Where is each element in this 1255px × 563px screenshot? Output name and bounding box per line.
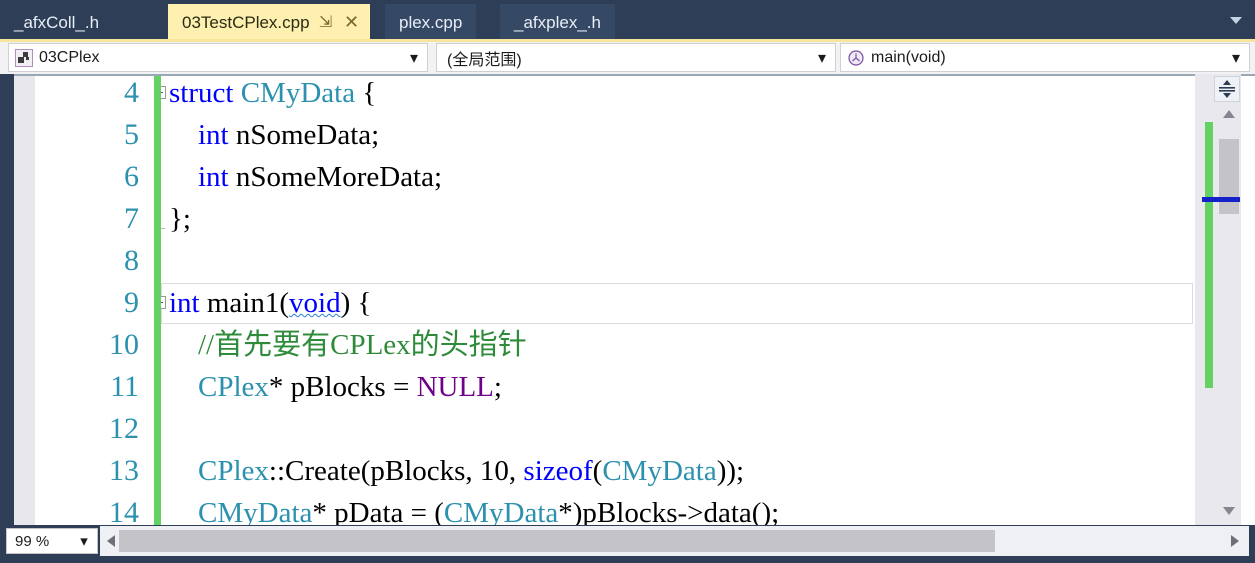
chevron-down-icon[interactable]: ▾ [75, 532, 93, 550]
code-token: CMyData [240, 77, 363, 109]
project-dropdown-value: 03CPlex [39, 48, 100, 66]
code-token: * pBlocks = [268, 371, 417, 403]
split-view-button[interactable] [1214, 76, 1240, 102]
code-line[interactable]: CPlex* pBlocks = NULL; [169, 366, 502, 408]
document-tab-bar: _afxColl_.h 03TestCPlex.cpp ⇲ ✕ plex.cpp… [0, 0, 1255, 42]
line-number: 13 [109, 454, 139, 487]
code-line[interactable]: //首先要有CPLex的头指针 [169, 324, 527, 366]
code-line[interactable]: int nSomeData; [169, 114, 379, 156]
editor-left-strip [0, 74, 14, 525]
tab-03testcplex-cpp[interactable]: 03TestCPlex.cpp ⇲ ✕ [168, 4, 370, 40]
code-token: }; [169, 203, 191, 235]
member-dropdown-value: main(void) [871, 48, 946, 66]
code-line[interactable]: struct CMyData { [169, 76, 376, 114]
code-line[interactable]: CPlex::Create(pBlocks, 10, sizeof(CMyDat… [169, 450, 744, 492]
line-number: 7 [124, 202, 139, 235]
code-token: CPlex [198, 371, 269, 403]
tab-label: _afxplex_.h [514, 12, 601, 32]
scope-dropdown-value: (全局范围) [447, 51, 522, 69]
status-bar-bottom-fill [0, 558, 1255, 563]
scrollbar-change-map [1205, 122, 1213, 388]
navigation-bar: 03CPlex ▾ (全局范围) ▾ main(void) ▾ [0, 42, 1255, 74]
scroll-right-arrow-icon[interactable] [1228, 533, 1242, 549]
method-icon [847, 49, 867, 67]
close-icon[interactable]: ✕ [342, 12, 362, 33]
tab-label: 03TestCPlex.cpp [182, 12, 310, 32]
code-token: { [362, 77, 377, 109]
scroll-down-arrow-icon[interactable] [1221, 504, 1237, 518]
code-token: nSomeMoreData; [228, 161, 443, 193]
zoom-level-value: 99 % [15, 532, 50, 550]
code-token: * pData = ( [312, 497, 444, 525]
code-token: CPlex [198, 455, 269, 487]
code-token: int [169, 287, 200, 319]
vertical-scroll-thumb[interactable] [1219, 139, 1239, 214]
line-number: 14 [109, 496, 139, 525]
code-line[interactable]: CMyData* pData = (CMyData*)pBlocks->data… [169, 492, 779, 525]
scroll-left-arrow-icon[interactable] [104, 533, 118, 549]
code-token: int [198, 161, 229, 193]
code-token: CMyData [198, 497, 313, 525]
line-number: 9 [124, 286, 139, 319]
zoom-level-dropdown[interactable]: 99 % ▾ [6, 528, 98, 554]
line-number-gutter: 4 5 6 7 8 9 10 11 12 13 14 [35, 76, 153, 525]
saved-changes-bar [154, 76, 161, 525]
code-token: CMyData [602, 455, 717, 487]
code-token: ( [592, 455, 603, 487]
code-token: NULL [416, 371, 494, 403]
code-token: )); [716, 455, 745, 487]
collapse-region-icon[interactable] [161, 86, 166, 99]
tab-label: _afxColl_.h [14, 12, 100, 32]
code-token: sizeof [523, 455, 593, 487]
project-dropdown[interactable]: 03CPlex ▾ [8, 43, 428, 72]
code-line[interactable]: int main1(void) { [169, 282, 371, 324]
code-token: ) { [340, 287, 372, 319]
code-token: ::Create(pBlocks, 10, [268, 455, 524, 487]
scope-dropdown[interactable]: (全局范围) ▾ [436, 43, 836, 72]
line-number: 10 [109, 328, 139, 361]
visual-studio-editor-window: _afxColl_.h 03TestCPlex.cpp ⇲ ✕ plex.cpp… [0, 0, 1255, 563]
project-icon [15, 48, 35, 67]
chevron-down-icon[interactable]: ▾ [813, 48, 831, 68]
tab-afxcoll-h[interactable]: _afxColl_.h [0, 4, 114, 40]
line-number: 11 [110, 370, 139, 403]
outline-guide-foot [161, 228, 165, 229]
chevron-down-icon[interactable] [1227, 12, 1245, 28]
scrollbar-caret-marker [1202, 197, 1240, 202]
line-number: 8 [124, 244, 139, 277]
code-token: struct [169, 77, 241, 109]
code-line[interactable]: int nSomeMoreData; [169, 156, 442, 198]
line-number: 5 [124, 118, 139, 151]
line-number: 4 [124, 76, 139, 109]
code-token: nSomeData; [228, 119, 380, 151]
chevron-down-icon[interactable]: ▾ [1227, 48, 1245, 68]
code-text-area[interactable]: struct CMyData { int nSomeData; int nSom… [161, 76, 1195, 525]
horizontal-scroll-thumb[interactable] [119, 530, 995, 552]
collapse-region-icon[interactable] [161, 296, 166, 309]
chevron-down-icon[interactable]: ▾ [405, 48, 423, 68]
code-line[interactable]: }; [169, 198, 191, 240]
code-token: int [198, 119, 229, 151]
code-token: ; [493, 371, 502, 403]
pin-icon[interactable]: ⇲ [316, 12, 336, 32]
editor-status-bar: 99 % ▾ [0, 525, 1255, 563]
tab-label: plex.cpp [399, 12, 463, 32]
line-number: 6 [124, 160, 139, 193]
code-token: //首先要有CPLex的头指针 [169, 329, 527, 361]
tab-afxplex-h[interactable]: _afxplex_.h [500, 4, 615, 40]
scroll-up-arrow-icon[interactable] [1221, 107, 1237, 121]
code-token: main1( [199, 287, 290, 319]
code-editor[interactable]: 4 5 6 7 8 9 10 11 12 13 14 struct CMyData { int nS… [0, 74, 1255, 525]
member-dropdown[interactable]: main(void) ▾ [840, 43, 1250, 72]
line-number: 12 [109, 412, 139, 445]
code-token: void [289, 287, 341, 319]
code-token: *)pBlocks->data(); [558, 497, 780, 525]
tab-plex-cpp[interactable]: plex.cpp [385, 4, 477, 40]
code-token: CMyData [443, 497, 559, 525]
